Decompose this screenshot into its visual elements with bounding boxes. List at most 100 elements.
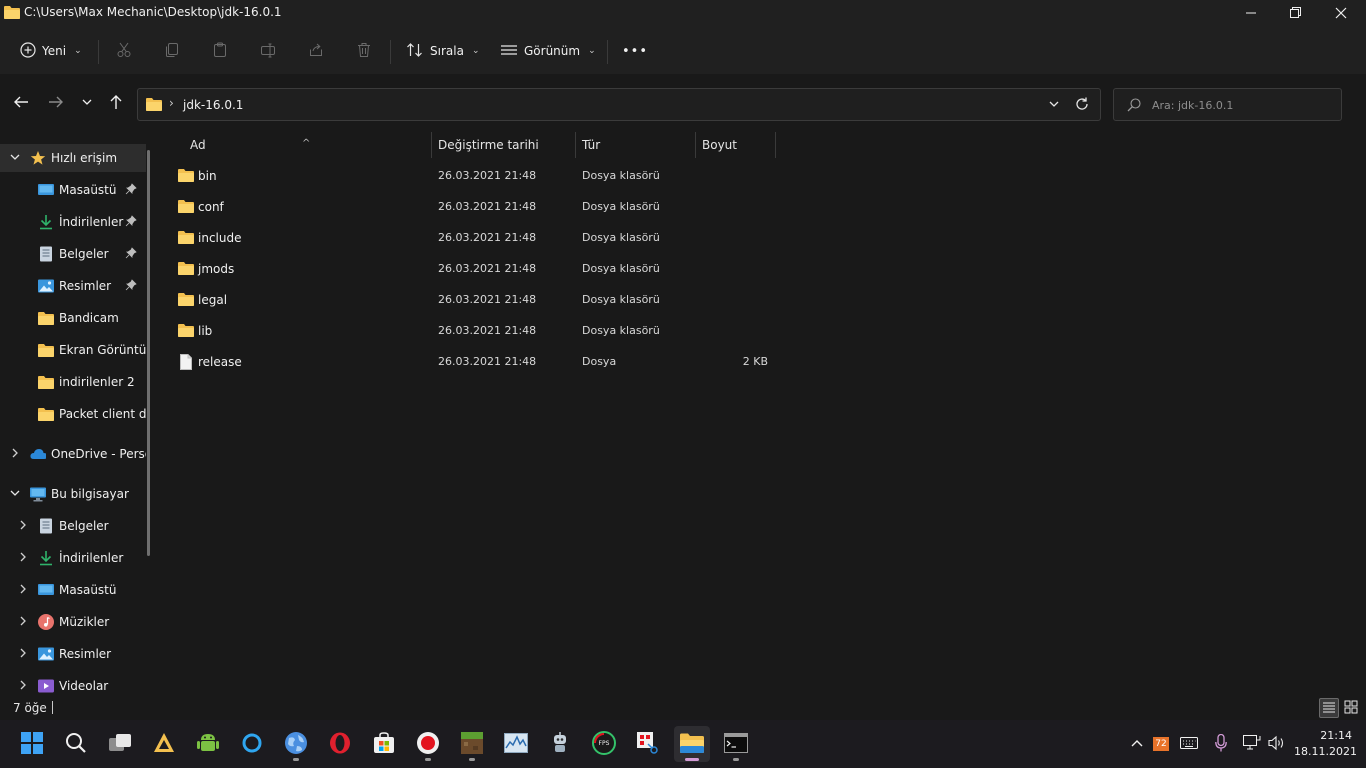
sidebar-item-pc-pictures[interactable]: Resimler [0, 640, 146, 668]
tray-keyboard[interactable] [1178, 733, 1200, 755]
collapse-chevron-icon[interactable] [8, 152, 22, 165]
sidebar-item-packet-client[interactable]: Packet client d [0, 400, 146, 428]
delete-button[interactable] [349, 36, 379, 66]
address-bar[interactable]: › jdk-16.0.1 [137, 88, 1101, 121]
sidebar-item-pc-downloads[interactable]: İndirilenler [0, 544, 146, 572]
expand-chevron-icon[interactable] [16, 552, 30, 565]
show-hidden-icons-button[interactable] [1126, 733, 1148, 755]
sidebar-item-this-pc[interactable]: Bu bilgisayar [0, 480, 146, 508]
file-name: release [198, 355, 242, 369]
folder-icon [38, 406, 54, 422]
tray-microphone[interactable] [1210, 733, 1232, 755]
column-header-name[interactable]: Ad [190, 138, 206, 152]
expand-chevron-icon[interactable] [16, 584, 30, 597]
sidebar-item-bandicam[interactable]: Bandicam [0, 304, 146, 332]
taskbar-app-minecraft[interactable] [454, 726, 490, 762]
breadcrumb-segment[interactable]: jdk-16.0.1 [183, 98, 243, 112]
sidebar-item-pc-videos[interactable]: Videolar [0, 672, 146, 696]
sidebar-item-screenshots[interactable]: Ekran Görüntül [0, 336, 146, 364]
taskbar-app-browser[interactable] [278, 726, 314, 762]
new-button[interactable]: Yeni ⌄ [20, 36, 82, 66]
file-row[interactable]: bin 26.03.2021 21:48 Dosya klasörü [170, 162, 780, 190]
taskbar-app-file-explorer[interactable] [674, 726, 710, 762]
paste-button[interactable] [205, 36, 235, 66]
taskbar-app-snipping-tool[interactable] [630, 726, 666, 762]
sidebar-item-desktop[interactable]: Masaüstü [0, 176, 146, 204]
share-button[interactable] [301, 36, 331, 66]
taskbar-app-robot[interactable] [542, 726, 578, 762]
expand-chevron-icon[interactable] [16, 616, 30, 629]
refresh-icon[interactable] [1074, 96, 1090, 115]
column-header-type[interactable]: Tür [582, 138, 600, 152]
music-icon [38, 614, 54, 630]
expand-chevron-icon[interactable] [16, 520, 30, 533]
column-header-modified[interactable]: Değiştirme tarihi [438, 138, 539, 152]
sidebar-item-documents[interactable]: Belgeler [0, 240, 146, 268]
address-dropdown-icon[interactable] [1048, 98, 1060, 113]
minimize-button[interactable] [1228, 0, 1274, 28]
view-button[interactable]: Görünüm ⌄ [500, 36, 596, 66]
start-button[interactable] [14, 726, 50, 762]
task-view-button[interactable] [102, 726, 138, 762]
column-header-size[interactable]: Boyut [702, 138, 737, 152]
sidebar-item-pc-documents[interactable]: Belgeler [0, 512, 146, 540]
taskbar-app-terminal[interactable] [718, 726, 754, 762]
taskbar-app-archive[interactable] [146, 726, 182, 762]
cut-button[interactable] [109, 36, 139, 66]
rename-button[interactable] [253, 36, 283, 66]
taskbar-app-cortana[interactable] [234, 726, 270, 762]
forward-button[interactable] [44, 91, 68, 115]
taskbar-app-fps-monitor[interactable]: FPS [586, 726, 622, 762]
more-options-button[interactable]: ••• [622, 36, 648, 66]
back-button[interactable] [9, 91, 33, 115]
sidebar-item-onedrive[interactable]: OneDrive - Perso [0, 440, 146, 468]
close-button[interactable] [1318, 0, 1364, 28]
search-box[interactable] [1113, 88, 1342, 121]
svg-text:FPS: FPS [599, 740, 610, 747]
sidebar-item-pc-music[interactable]: Müzikler [0, 608, 146, 636]
file-row[interactable]: include 26.03.2021 21:48 Dosya klasörü [170, 224, 780, 252]
taskbar-search-button[interactable] [58, 726, 94, 762]
sidebar-item-downloads-2[interactable]: indirilenler 2 [0, 368, 146, 396]
collapse-chevron-icon[interactable] [8, 488, 22, 501]
folder-icon [178, 199, 194, 216]
folder-icon [146, 97, 162, 114]
file-row[interactable]: legal 26.03.2021 21:48 Dosya klasörü [170, 286, 780, 314]
expand-chevron-icon[interactable] [8, 448, 22, 461]
sort-button[interactable]: Sırala ⌄ [406, 36, 479, 66]
folder-icon [38, 374, 54, 390]
column-divider[interactable] [695, 132, 696, 158]
expand-chevron-icon[interactable] [16, 680, 30, 693]
taskbar-app-android-studio[interactable] [190, 726, 226, 762]
sidebar-item-downloads[interactable]: İndirilenler [0, 208, 146, 236]
sidebar-item-pictures[interactable]: Resimler [0, 272, 146, 300]
taskbar-app-microsoft-store[interactable] [366, 726, 402, 762]
search-input[interactable] [1152, 95, 1332, 115]
taskbar-app-resource-monitor[interactable] [498, 726, 534, 762]
column-divider[interactable] [775, 132, 776, 158]
sidebar-item-pc-desktop[interactable]: Masaüstü [0, 576, 146, 604]
copy-button[interactable] [157, 36, 187, 66]
opera-icon [329, 732, 351, 757]
recent-locations-button[interactable] [75, 91, 99, 115]
expand-chevron-icon[interactable] [16, 648, 30, 661]
file-row[interactable]: release 26.03.2021 21:48 Dosya 2 KB [170, 348, 780, 376]
command-bar: Yeni ⌄ Sırala ⌄ Görünüm ⌄ ••• [0, 28, 1366, 74]
file-row[interactable]: jmods 26.03.2021 21:48 Dosya klasörü [170, 255, 780, 283]
taskbar-app-recorder[interactable] [410, 726, 446, 762]
clock[interactable]: 21:14 18.11.2021 [1294, 728, 1357, 760]
file-row[interactable]: conf 26.03.2021 21:48 Dosya klasörü [170, 193, 780, 221]
sidebar-item-quick-access[interactable]: Hızlı erişim [0, 144, 146, 172]
tray-volume[interactable] [1266, 733, 1288, 755]
up-button[interactable] [104, 91, 128, 115]
tray-network[interactable] [1241, 733, 1263, 755]
details-view-button[interactable] [1319, 698, 1339, 718]
large-icons-view-button[interactable] [1341, 698, 1361, 718]
file-row[interactable]: lib 26.03.2021 21:48 Dosya klasörü [170, 317, 780, 345]
column-divider[interactable] [575, 132, 576, 158]
taskbar-app-opera[interactable] [322, 726, 358, 762]
tray-temperature-badge[interactable]: 72 [1150, 733, 1172, 755]
maximize-button[interactable] [1272, 0, 1318, 28]
sidebar-scrollbar[interactable] [147, 150, 150, 556]
column-divider[interactable] [431, 132, 432, 158]
